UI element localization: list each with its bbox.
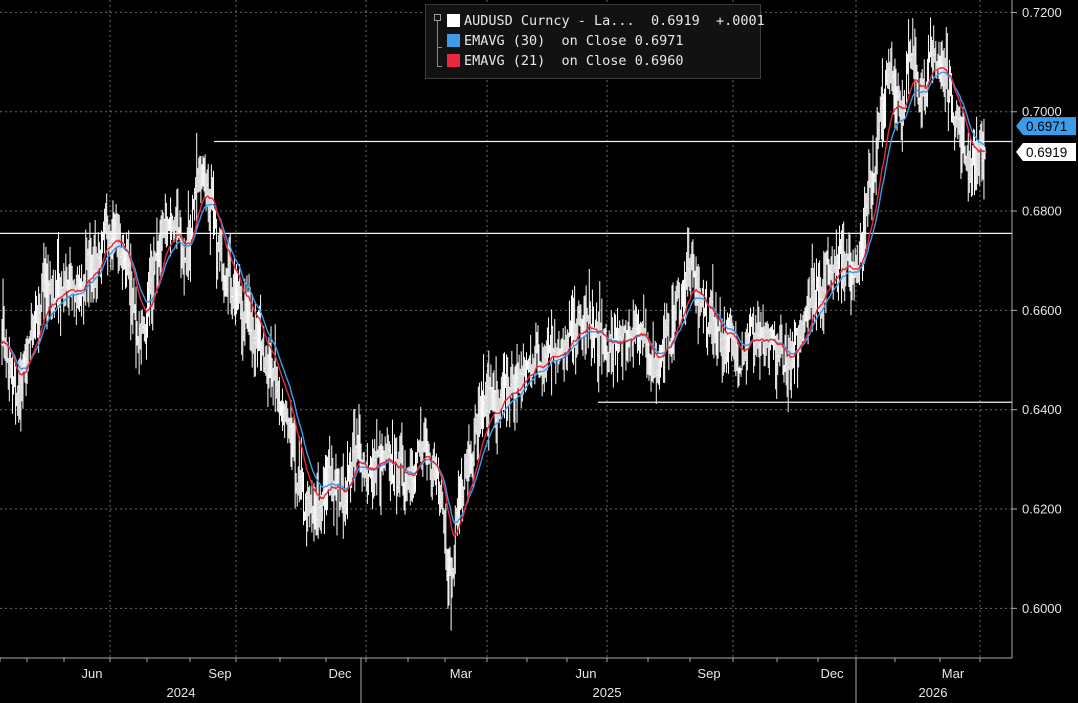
legend-swatch-ema21: [447, 54, 460, 67]
ema-lines: [1, 66, 986, 538]
legend-row-ema21[interactable]: EMAVG (21) on Close 0.6960: [447, 52, 683, 70]
legend-tree: [434, 14, 444, 67]
price-tags: 0.6971 0.6919: [1016, 117, 1076, 161]
x-year-label: 2025: [593, 685, 622, 700]
legend-value-price: 0.6919: [650, 13, 700, 29]
plot-frame: [0, 0, 1013, 703]
grid: [0, 0, 1012, 658]
collapse-box-icon[interactable]: [434, 14, 441, 21]
x-month-label: Dec: [328, 666, 352, 681]
x-month-label: Dec: [820, 666, 844, 681]
legend-value-ema21: 0.6960: [634, 53, 684, 69]
chart-legend: AUDUSD Curncy - La... 0.6919 +.0001 EMAV…: [425, 4, 765, 79]
y-axis: 0.6000 0.6200 0.6400 0.6600 0.6800 0.7000 0.72…: [1012, 5, 1062, 616]
y-tick-label: 0.6000: [1022, 601, 1062, 616]
x-year-label: 2026: [919, 685, 948, 700]
tree-line: [437, 21, 438, 67]
legend-swatch-price: [447, 14, 460, 27]
price-tag-label: 0.6971: [1026, 119, 1067, 134]
y-tick-label: 0.6400: [1022, 402, 1062, 417]
legend-change-price: +.0001: [716, 13, 765, 29]
x-month-label: Mar: [450, 666, 473, 681]
legend-row-price[interactable]: AUDUSD Curncy - La... 0.6919 +.0001: [447, 12, 765, 30]
x-axis: Jun Sep Dec Mar Jun Sep Dec Mar 2024 2025 2026: [0, 658, 981, 700]
y-tick-label: 0.6600: [1022, 303, 1062, 318]
y-tick-label: 0.6800: [1022, 204, 1062, 219]
x-month-label: Sep: [697, 666, 720, 681]
tree-branch: [437, 66, 442, 67]
legend-label-ema21: EMAVG (21) on Close: [464, 53, 627, 69]
price-bars: [0, 17, 987, 631]
x-month-label: Sep: [208, 666, 231, 681]
tree-branch: [437, 47, 442, 48]
legend-value-ema30: 0.6971: [634, 33, 684, 49]
x-month-label: Jun: [576, 666, 597, 681]
audusd-chart: 0.6000 0.6200 0.6400 0.6600 0.6800 0.7000 0.72…: [0, 0, 1076, 703]
x-month-label: Jun: [82, 666, 103, 681]
legend-row-ema30[interactable]: EMAVG (30) on Close 0.6971: [447, 32, 683, 50]
price-tag-label: 0.6919: [1026, 145, 1067, 160]
y-tick-label: 0.7200: [1022, 5, 1062, 20]
x-year-label: 2024: [167, 685, 196, 700]
legend-label-price: AUDUSD Curncy - La...: [464, 13, 635, 29]
y-tick-label: 0.7000: [1022, 104, 1062, 119]
legend-label-ema30: EMAVG (30) on Close: [464, 33, 627, 49]
x-month-label: Mar: [942, 666, 965, 681]
legend-swatch-ema30: [447, 34, 460, 47]
y-tick-label: 0.6200: [1022, 502, 1062, 517]
